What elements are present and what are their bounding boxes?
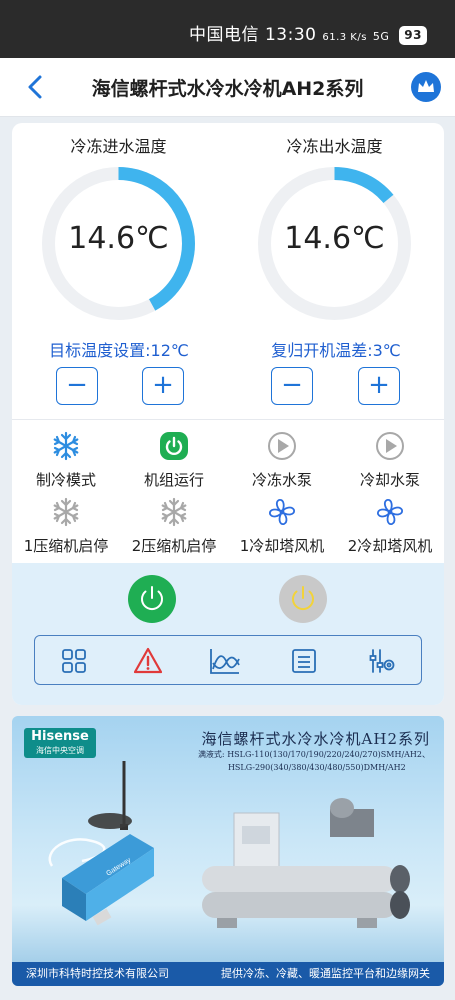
trend-chart-icon	[210, 649, 240, 674]
status-chilled-water-pump: 冷冻水泵	[232, 431, 332, 490]
snowflake-icon	[161, 497, 187, 527]
vip-button[interactable]	[411, 72, 441, 102]
function-toolbar	[34, 635, 422, 685]
gauge-value: 14.6℃	[284, 221, 385, 256]
network-type: 5G	[372, 30, 390, 43]
snowflake-icon	[53, 431, 79, 461]
toolbar-alarm-button[interactable]	[133, 647, 163, 675]
snowflake-icon	[53, 497, 79, 527]
divider	[12, 419, 444, 420]
battery-icon: 93	[399, 26, 427, 45]
carrier: 中国电信	[189, 25, 260, 45]
status-label: 2冷却塔风机	[347, 537, 433, 555]
clock: 13:30	[264, 25, 317, 45]
status-bar-info: 中国电信 13:30 61.3 K/s 5G 93	[189, 20, 427, 45]
footer-company: 深圳市科特时控技术有限公司	[26, 967, 169, 980]
restart-diff-label: 复归开机温差:3℃	[271, 341, 401, 360]
product-illustration: Gateway	[48, 761, 410, 928]
sliders-icon	[369, 649, 395, 673]
fan-icon	[269, 499, 295, 525]
control-panel	[12, 563, 444, 705]
power-icon	[292, 586, 314, 611]
status-cooling-mode: 制冷模式	[16, 431, 116, 490]
footer-service: 提供冷冻、冷藏、暖通监控平台和边缘网关	[221, 967, 430, 980]
status-cooling-tower-fan-1: 1冷却塔风机	[232, 497, 332, 556]
grid-icon	[62, 649, 86, 673]
status-label: 1冷却塔风机	[239, 537, 325, 555]
toolbar-trend-button[interactable]	[209, 647, 240, 675]
page-title: 海信螺杆式水冷水冷机AH2系列	[91, 78, 364, 100]
status-cooling-water-pump: 冷却水泵	[340, 431, 440, 490]
alarm-icon	[133, 647, 163, 674]
restart-diff-decrease-button[interactable]: −	[271, 367, 313, 405]
status-label: 1压缩机启停	[23, 537, 109, 555]
toolbar-list-button[interactable]	[290, 647, 318, 675]
list-icon	[292, 649, 316, 673]
back-button[interactable]	[24, 72, 50, 102]
status-label: 冷冻水泵	[251, 471, 312, 489]
target-temp-label: 目标温度设置:12℃	[49, 341, 189, 360]
power-icon	[141, 586, 163, 611]
toolbar-settings-button[interactable]	[368, 647, 396, 675]
status-bar: 中国电信 13:30 61.3 K/s 5G 93	[0, 0, 455, 58]
banner-footer: 深圳市科特时控技术有限公司 提供冷冻、冷藏、暖通监控平台和边缘网关	[12, 962, 444, 986]
status-compressor-1: 1压缩机启停	[16, 497, 116, 556]
app-header: 海信螺杆式水冷水冷机AH2系列	[0, 58, 455, 117]
play-icon	[376, 432, 404, 460]
target-temp-decrease-button[interactable]: −	[56, 367, 98, 405]
chevron-left-icon	[28, 75, 42, 99]
power-icon	[160, 432, 188, 460]
product-banner[interactable]: Hisense 海信中央空调 海信螺杆式水冷水冷机AH2系列 满液式: HSLG…	[12, 716, 444, 986]
toolbar-dashboard-button[interactable]	[60, 647, 88, 675]
status-label: 2压缩机启停	[131, 537, 217, 555]
power-on-button[interactable]	[128, 575, 176, 623]
status-compressor-2: 2压缩机启停	[124, 497, 224, 556]
gauge-label: 冷冻进水温度	[70, 137, 167, 156]
main-panel: 冷冻进水温度 14.6℃ 冷冻出水温度 14.6℃ 目标温度设置:12℃ 复归开…	[12, 123, 444, 705]
status-label: 制冷模式	[35, 471, 96, 489]
crown-icon	[418, 80, 434, 92]
status-cooling-tower-fan-2: 2冷却塔风机	[340, 497, 440, 556]
network-speed: 61.3 K/s	[322, 32, 367, 43]
gauge-value: 14.6℃	[68, 221, 169, 256]
target-temp-increase-button[interactable]: +	[142, 367, 184, 405]
restart-diff-increase-button[interactable]: +	[358, 367, 400, 405]
status-label: 机组运行	[143, 471, 204, 489]
gauge-label: 冷冻出水温度	[286, 137, 383, 156]
power-off-button[interactable]	[279, 575, 327, 623]
status-label: 冷却水泵	[359, 471, 420, 489]
play-icon	[268, 432, 296, 460]
fan-icon	[377, 499, 403, 525]
status-unit-running: 机组运行	[124, 431, 224, 490]
